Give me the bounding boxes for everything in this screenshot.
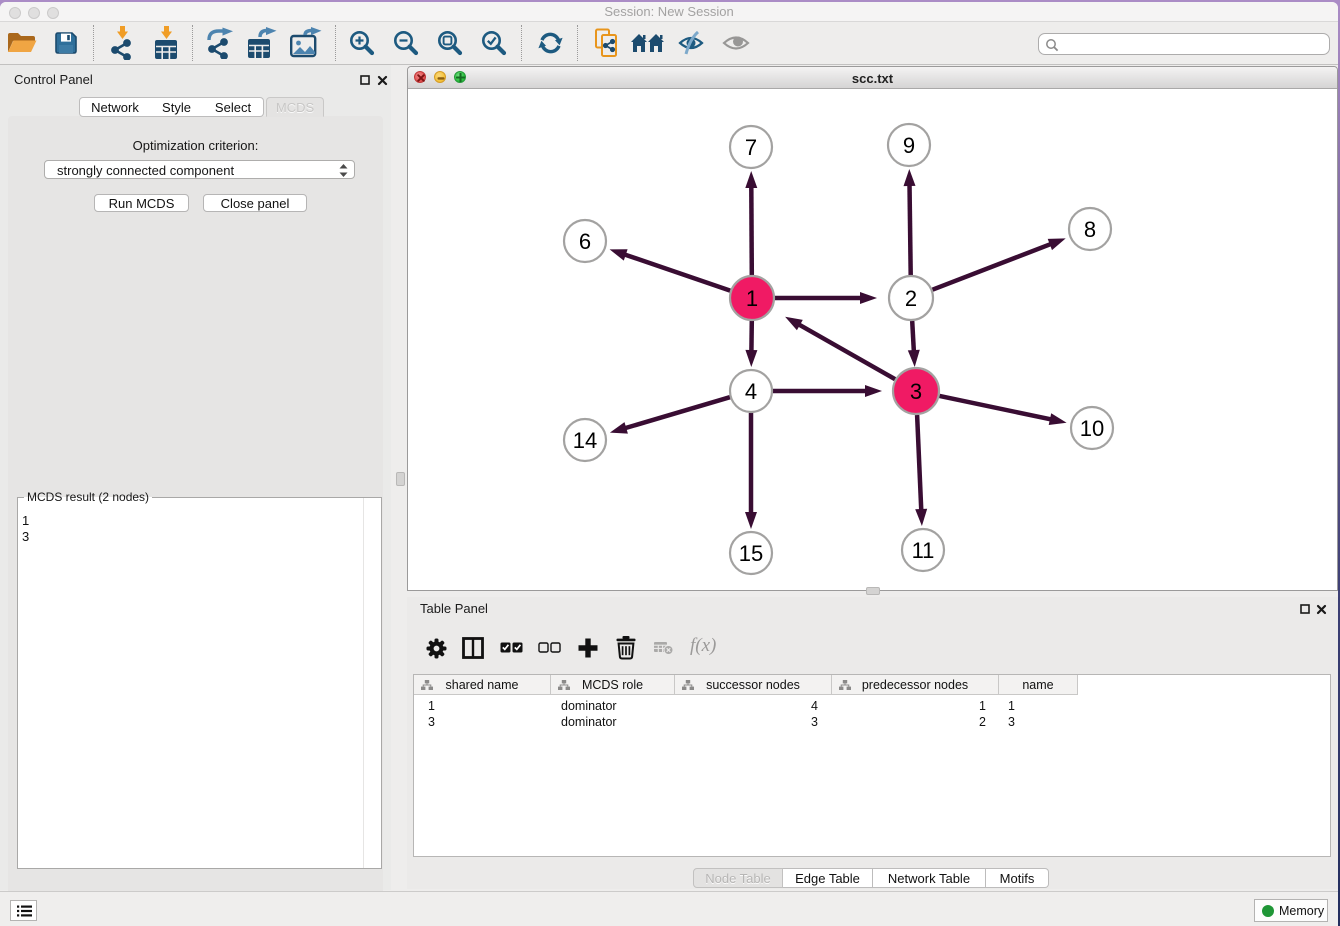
svg-text:7: 7: [745, 135, 757, 160]
svg-text:2: 2: [905, 286, 917, 311]
svg-text:3: 3: [910, 379, 922, 404]
svg-text:4: 4: [745, 379, 757, 404]
svg-text:1: 1: [746, 286, 758, 311]
svg-text:6: 6: [579, 229, 591, 254]
svg-text:14: 14: [573, 428, 597, 453]
svg-text:8: 8: [1084, 217, 1096, 242]
svg-text:11: 11: [912, 538, 935, 563]
svg-text:9: 9: [903, 133, 915, 158]
svg-text:15: 15: [739, 541, 763, 566]
svg-text:10: 10: [1080, 416, 1104, 441]
